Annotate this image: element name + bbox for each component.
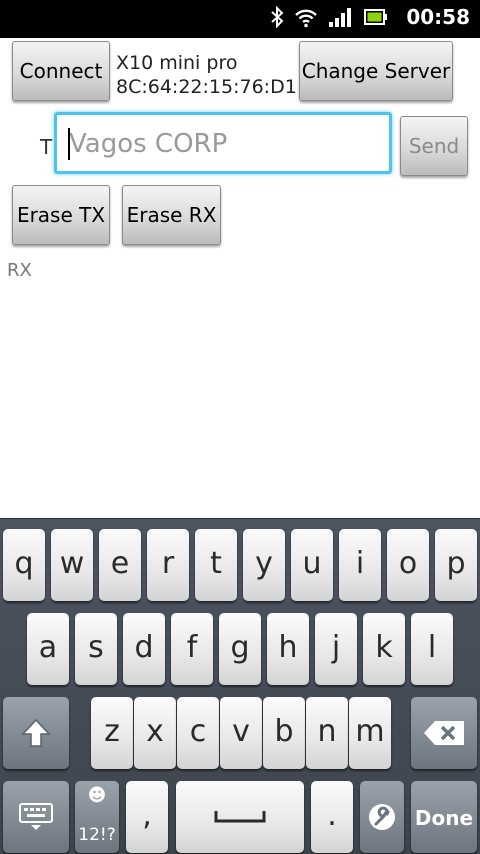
- key-u[interactable]: u: [291, 529, 333, 601]
- key-x[interactable]: x: [134, 697, 176, 769]
- key-period[interactable]: .: [311, 781, 353, 853]
- status-bar: 00:58: [0, 0, 480, 38]
- shift-key[interactable]: [3, 697, 69, 769]
- space-icon: [214, 798, 266, 833]
- key-p[interactable]: p: [435, 529, 477, 601]
- space-key[interactable]: [176, 781, 304, 853]
- wifi-icon: [294, 6, 318, 32]
- key-k[interactable]: k: [363, 613, 405, 685]
- device-mac: 8C:64:22:15:76:D1: [116, 76, 297, 98]
- key-v[interactable]: v: [220, 697, 262, 769]
- done-key-label: Done: [414, 806, 474, 830]
- erase-rx-button-label: Erase RX: [126, 203, 217, 227]
- device-name: X10 mini pro: [116, 52, 238, 74]
- keyboard-icon: [18, 798, 54, 833]
- key-h[interactable]: h: [267, 613, 309, 685]
- send-button[interactable]: Send: [400, 116, 468, 176]
- rx-label: RX: [7, 260, 32, 281]
- emoji-icon: ☻: [87, 785, 107, 806]
- tx-label: T: [40, 135, 53, 159]
- key-comma[interactable]: ,: [126, 781, 168, 853]
- keyboard-settings-key[interactable]: [3, 781, 69, 853]
- soft-keyboard: q w e r t y u i o p a s d f g h j k l z …: [0, 518, 480, 854]
- key-w[interactable]: w: [51, 529, 93, 601]
- key-s[interactable]: s: [75, 613, 117, 685]
- key-g[interactable]: g: [219, 613, 261, 685]
- tx-input-placeholder: Vagos CORP: [69, 129, 228, 159]
- key-f[interactable]: f: [171, 613, 213, 685]
- key-o[interactable]: o: [387, 529, 429, 601]
- symbols-key[interactable]: ☻ 12!?: [75, 781, 119, 853]
- key-a[interactable]: a: [27, 613, 69, 685]
- done-key[interactable]: Done: [411, 781, 477, 853]
- change-server-button[interactable]: Change Server: [299, 41, 453, 101]
- bluetooth-icon: [270, 5, 284, 32]
- clock: 00:58: [406, 5, 470, 29]
- key-i[interactable]: i: [339, 529, 381, 601]
- tx-input[interactable]: Vagos CORP: [54, 112, 392, 174]
- tools-key[interactable]: [360, 781, 404, 853]
- key-l[interactable]: l: [411, 613, 453, 685]
- device-info: X10 mini pro 8C:64:22:15:76:D1: [116, 51, 297, 99]
- change-server-button-label: Change Server: [301, 59, 451, 83]
- key-b[interactable]: b: [263, 697, 305, 769]
- backspace-icon: [422, 714, 466, 749]
- key-n[interactable]: n: [306, 697, 348, 769]
- key-r[interactable]: r: [147, 529, 189, 601]
- app-content: Connect X10 mini pro 8C:64:22:15:76:D1 C…: [0, 38, 480, 518]
- send-button-label: Send: [408, 134, 460, 158]
- symbols-key-label: 12!?: [78, 825, 116, 845]
- key-c[interactable]: c: [177, 697, 219, 769]
- key-j[interactable]: j: [315, 613, 357, 685]
- signal-icon: [328, 6, 354, 32]
- key-m[interactable]: m: [349, 697, 391, 769]
- key-z[interactable]: z: [91, 697, 133, 769]
- erase-rx-button[interactable]: Erase RX: [122, 185, 221, 245]
- erase-tx-button-label: Erase TX: [16, 203, 106, 227]
- erase-tx-button[interactable]: Erase TX: [12, 185, 110, 245]
- backspace-key[interactable]: [411, 697, 477, 769]
- battery-icon: [364, 8, 388, 30]
- wrench-icon: [367, 798, 397, 833]
- key-y[interactable]: y: [243, 529, 285, 601]
- text-cursor: [68, 128, 70, 160]
- key-e[interactable]: e: [99, 529, 141, 601]
- connect-button-label: Connect: [19, 59, 103, 83]
- key-q[interactable]: q: [3, 529, 45, 601]
- key-t[interactable]: t: [195, 529, 237, 601]
- key-d[interactable]: d: [123, 613, 165, 685]
- status-icons: [270, 5, 388, 32]
- shift-icon: [20, 714, 52, 749]
- connect-button[interactable]: Connect: [12, 41, 110, 101]
